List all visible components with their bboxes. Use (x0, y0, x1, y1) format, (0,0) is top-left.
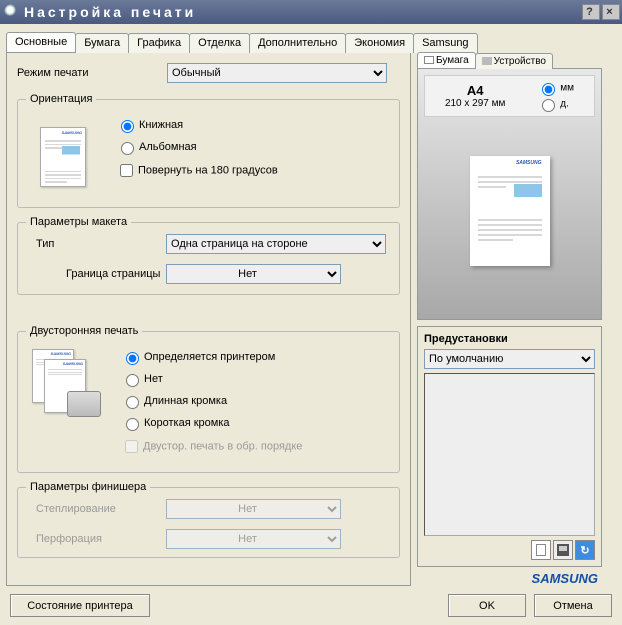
print-mode-select[interactable]: Обычный (167, 63, 387, 83)
punch-label: Перфорация (26, 533, 166, 545)
layout-border-select[interactable]: Нет (166, 264, 341, 284)
duplex-none[interactable]: Нет (121, 371, 302, 387)
punch-select: Нет (166, 529, 341, 549)
tab-eco[interactable]: Экономия (345, 33, 414, 53)
tab-graphics[interactable]: Графика (128, 33, 190, 53)
presets-select[interactable]: По умолчанию (424, 349, 595, 369)
layout-legend: Параметры макета (26, 216, 131, 228)
preset-save-icon[interactable] (553, 540, 573, 560)
cancel-button[interactable]: Отмена (534, 594, 612, 617)
staple-select: Нет (166, 499, 341, 519)
samsung-logo: SAMSUNG (417, 571, 602, 586)
layout-type-label: Тип (26, 238, 166, 250)
tab-samsung[interactable]: Samsung (413, 33, 477, 53)
page-preview: SAMSUNG (470, 156, 550, 266)
layout-border-label: Граница страницы (26, 268, 166, 280)
help-button[interactable]: ? (582, 4, 600, 20)
left-panel: Режим печати Обычный Ориентация SAMSUNG (6, 52, 411, 586)
duplex-reverse: Двустор. печать в обр. порядке (121, 437, 302, 456)
orientation-preview: SAMSUNG (28, 117, 98, 197)
duplex-legend: Двусторонняя печать (26, 325, 142, 337)
duplex-preview: SAMSUNG SAMSUNG (28, 349, 103, 419)
tab-paper[interactable]: Бумага (75, 33, 129, 53)
unit-inch[interactable]: д. (537, 96, 574, 112)
tab-advanced[interactable]: Дополнительно (249, 33, 346, 53)
layout-group: Параметры макета Тип Одна страница на ст… (17, 216, 400, 295)
orientation-landscape[interactable]: Альбомная (116, 139, 278, 155)
device-icon (482, 57, 492, 65)
tab-finishing[interactable]: Отделка (189, 33, 250, 53)
preset-new-icon[interactable] (531, 540, 551, 560)
title-bar: Настройка печати ? × (0, 0, 622, 24)
duplex-long[interactable]: Длинная кромка (121, 393, 302, 409)
main-tabs: Основные Бумага Графика Отделка Дополнит… (6, 32, 616, 52)
close-button[interactable]: × (602, 4, 620, 20)
duplex-short[interactable]: Короткая кромка (121, 415, 302, 431)
orientation-legend: Ориентация (26, 93, 96, 105)
orientation-rotate180[interactable]: Повернуть на 180 градусов (116, 161, 278, 180)
right-tab-device[interactable]: Устройство (475, 53, 553, 69)
duplex-printer[interactable]: Определяется принтером (121, 349, 302, 365)
unit-mm[interactable]: мм (537, 80, 574, 96)
duplex-group: Двусторонняя печать SAMSUNG SAMSUNG Опре… (17, 325, 400, 473)
paper-dimensions: 210 x 297 мм (445, 98, 505, 109)
staple-label: Степлирование (26, 503, 166, 515)
presets-title: Предустановки (424, 333, 595, 345)
paper-icon (424, 56, 434, 64)
finisher-legend: Параметры финишера (26, 481, 150, 493)
print-mode-label: Режим печати (17, 67, 167, 79)
finisher-group: Параметры финишера Степлирование Нет Пер… (17, 481, 400, 558)
paper-preview-panel: A4 210 x 297 мм мм д. SAMSUNG (417, 68, 602, 320)
preset-delete-icon[interactable]: ↻ (575, 540, 595, 560)
tab-basic[interactable]: Основные (6, 32, 76, 52)
presets-panel: Предустановки По умолчанию ↻ (417, 326, 602, 567)
right-tab-paper[interactable]: Бумага (417, 52, 476, 68)
app-icon (4, 4, 20, 20)
layout-type-select[interactable]: Одна страница на стороне (166, 234, 386, 254)
orientation-group: Ориентация SAMSUNG Книжная (17, 93, 400, 208)
right-tabs: Бумага Устройство (417, 52, 602, 68)
paper-format: A4 (445, 83, 505, 98)
orientation-portrait[interactable]: Книжная (116, 117, 278, 133)
presets-list[interactable] (424, 373, 595, 536)
ok-button[interactable]: OK (448, 594, 526, 617)
window-title: Настройка печати (24, 4, 196, 20)
printer-status-button[interactable]: Состояние принтера (10, 594, 150, 617)
